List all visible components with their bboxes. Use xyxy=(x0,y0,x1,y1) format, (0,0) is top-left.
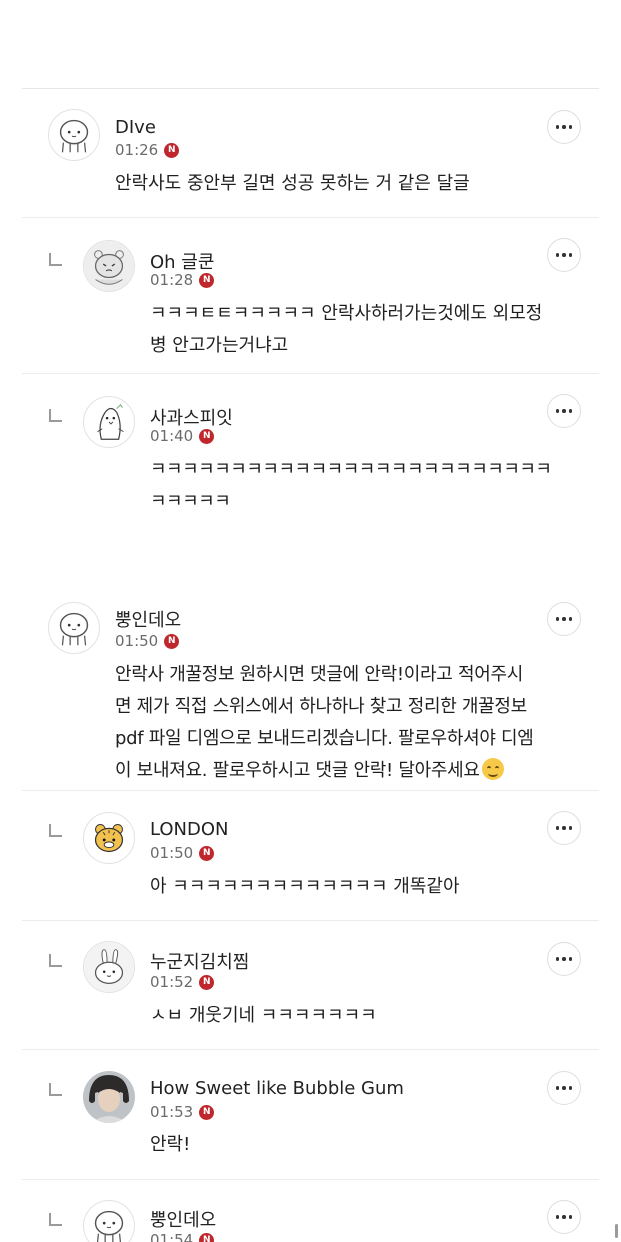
cartoon-bird-avatar xyxy=(97,403,124,440)
reply-item: 사과스피잇 01:40 N ㅋㅋㅋㅋㅋㅋㅋㅋㅋㅋㅋㅋㅋㅋㅋㅋㅋㅋㅋㅋㅋㅋㅋㅋㅋ … xyxy=(0,374,621,584)
avatar[interactable] xyxy=(83,396,135,448)
smiling-face-emoji xyxy=(481,758,504,780)
comment-time: 01:52 xyxy=(150,973,194,991)
comment-text: ㅋㅋㅋㅋㅋㅋㅋㅋㅋㅋㅋㅋㅋㅋㅋㅋㅋㅋㅋㅋㅋㅋㅋㅋㅋ ㅋㅋㅋㅋㅋ xyxy=(150,459,552,512)
comment-meta: 01:52 N xyxy=(150,973,215,991)
avatar[interactable] xyxy=(48,602,100,654)
photo-avatar xyxy=(83,1071,135,1123)
blank-face-avatar xyxy=(59,119,89,153)
comment-author[interactable]: DIve xyxy=(115,117,156,138)
comment-text: 안락! xyxy=(150,1134,191,1155)
more-options-button[interactable] xyxy=(547,1071,581,1105)
comment-time: 01:28 xyxy=(150,271,194,289)
comment-author[interactable]: 뿡인데오 xyxy=(115,606,181,632)
more-options-button[interactable] xyxy=(547,110,581,144)
comment-meta: 01:40 N xyxy=(150,427,215,445)
comment-text: 아 ㅋㅋㅋㅋㅋㅋㅋㅋㅋㅋㅋㅋㅋ 개똑같아 xyxy=(150,876,460,897)
avatar[interactable] xyxy=(83,1200,135,1242)
comment-author[interactable]: 누군지김치찜 xyxy=(150,948,249,974)
reply-indent-icon xyxy=(49,954,62,967)
comment-item: 뿡인데오 01:50 N 안락사 개꿀정보 원하시면 댓글에 안락!이라고 적어… xyxy=(0,584,621,791)
reply-item: 뿡인데오 01:54 N xyxy=(0,1180,621,1242)
more-options-icon xyxy=(555,957,573,961)
more-options-icon xyxy=(555,1086,573,1090)
comment-meta: 01:28 N xyxy=(150,271,215,289)
blank-face-avatar xyxy=(94,1210,124,1242)
reply-item: How Sweet like Bubble Gum 01:53 N 안락! xyxy=(0,1050,621,1180)
reply-indent-icon xyxy=(49,1083,62,1096)
avatar[interactable] xyxy=(48,109,100,161)
reply-indent-icon xyxy=(49,824,62,837)
comment-text: ㅅㅂ 개웃기네 ㅋㅋㅋㅋㅋㅋㅋ xyxy=(150,1005,377,1026)
blank-face-avatar xyxy=(59,612,89,646)
comment-time: 01:40 xyxy=(150,427,194,445)
comment-text-content: 안락사 개꿀정보 원하시면 댓글에 안락!이라고 적어주시 면 제가 직접 스위… xyxy=(115,664,534,781)
new-badge-icon: N xyxy=(199,272,215,288)
comment-author[interactable]: LONDON xyxy=(150,819,229,840)
comment-meta: 01:50 N xyxy=(115,632,180,650)
avatar[interactable] xyxy=(83,812,135,864)
more-options-icon xyxy=(555,409,573,413)
more-options-button[interactable] xyxy=(547,394,581,428)
avatar[interactable] xyxy=(83,240,135,292)
more-options-button[interactable] xyxy=(547,942,581,976)
comment-meta: 01:54 N xyxy=(150,1231,215,1242)
comment-text: 안락사 개꿀정보 원하시면 댓글에 안락!이라고 적어주시 면 제가 직접 스위… xyxy=(115,659,534,787)
sketch-character-avatar xyxy=(84,241,134,291)
new-badge-icon: N xyxy=(164,633,180,649)
more-options-icon xyxy=(555,125,573,129)
more-options-button[interactable] xyxy=(547,1200,581,1234)
more-options-button[interactable] xyxy=(547,811,581,845)
new-badge-icon: N xyxy=(199,845,215,861)
comment-meta: 01:53 N xyxy=(150,1103,215,1121)
more-options-button[interactable] xyxy=(547,238,581,272)
reply-item: Oh 글쿤 01:28 N ㅋㅋㅋㅌㅌㅋㅋㅋㅋㅋ 안락사하러가는것에도 외모정 … xyxy=(0,218,621,374)
reply-indent-icon xyxy=(49,253,62,266)
comment-time: 01:54 xyxy=(150,1231,194,1242)
new-badge-icon: N xyxy=(199,428,215,444)
tiger-cartoon-avatar xyxy=(94,824,124,853)
comment-meta: 01:26 N xyxy=(115,141,180,159)
avatar[interactable] xyxy=(83,941,135,993)
new-badge-icon: N xyxy=(199,974,215,990)
comment-author[interactable]: How Sweet like Bubble Gum xyxy=(150,1078,404,1099)
new-badge-icon: N xyxy=(199,1232,215,1242)
more-options-icon xyxy=(555,617,573,621)
more-options-icon xyxy=(555,253,573,257)
more-options-button[interactable] xyxy=(547,602,581,636)
more-options-icon xyxy=(555,1215,573,1219)
comment-time: 01:50 xyxy=(115,632,159,650)
more-options-icon xyxy=(555,826,573,830)
comment-meta: 01:50 N xyxy=(150,844,215,862)
new-badge-icon: N xyxy=(199,1104,215,1120)
reply-indent-icon xyxy=(49,409,62,422)
reply-indent-icon xyxy=(49,1213,62,1226)
bunny-sketch-avatar xyxy=(84,942,134,992)
comment-time: 01:53 xyxy=(150,1103,194,1121)
reply-item: LONDON 01:50 N 아 ㅋㅋㅋㅋㅋㅋㅋㅋㅋㅋㅋㅋㅋ 개똑같아 xyxy=(0,791,621,921)
new-badge-icon: N xyxy=(164,142,180,158)
comment-author[interactable]: 뿡인데오 xyxy=(150,1206,216,1232)
reply-item: 누군지김치찜 01:52 N ㅅㅂ 개웃기네 ㅋㅋㅋㅋㅋㅋㅋ xyxy=(0,921,621,1050)
top-divider xyxy=(22,88,599,89)
comment-item: DIve 01:26 N 안락사도 중안부 길면 성공 못하는 거 같은 달글 xyxy=(0,90,621,218)
avatar[interactable] xyxy=(83,1071,135,1123)
comment-time: 01:50 xyxy=(150,844,194,862)
comment-text: 안락사도 중안부 길면 성공 못하는 거 같은 달글 xyxy=(115,173,470,194)
comment-time: 01:26 xyxy=(115,141,159,159)
comment-text: ㅋㅋㅋㅌㅌㅋㅋㅋㅋㅋ 안락사하러가는것에도 외모정 병 안고가는거냐고 xyxy=(150,303,543,356)
scrollbar[interactable] xyxy=(615,1224,618,1238)
